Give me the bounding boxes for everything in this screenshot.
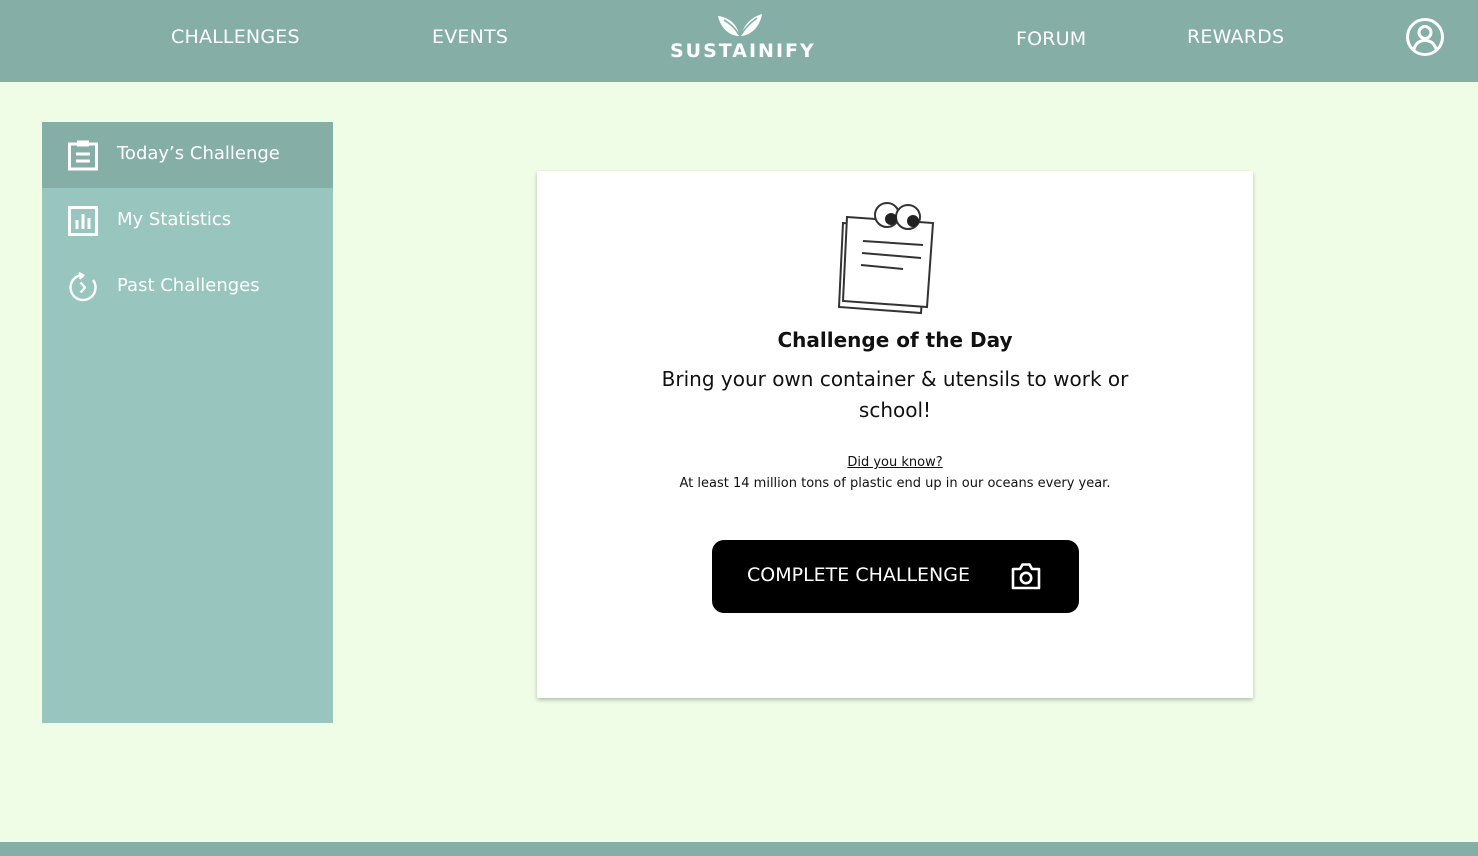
leaf-logo-icon xyxy=(718,14,762,36)
nav-rewards-link[interactable]: REWARDS xyxy=(1187,26,1284,48)
notepad-illustration-icon xyxy=(837,202,935,315)
footer-bar xyxy=(0,842,1478,856)
sidebar-item-past-challenges[interactable]: Past Challenges xyxy=(42,254,333,320)
challenge-title: Challenge of the Day xyxy=(777,328,1013,352)
user-circle-icon[interactable] xyxy=(1405,17,1445,57)
clipboard-icon xyxy=(68,140,98,171)
sidebar-item-label: My Statistics xyxy=(117,209,232,230)
did-you-know-fact: At least 14 million tons of plastic end … xyxy=(679,476,1111,491)
did-you-know-heading: Did you know? xyxy=(847,455,943,470)
sidebar-item-label: Past Challenges xyxy=(117,275,260,296)
nav-events-link[interactable]: EVENTS xyxy=(432,26,508,48)
complete-challenge-button[interactable]: COMPLETE CHALLENGE xyxy=(712,540,1079,613)
sidebar-item-my-statistics[interactable]: My Statistics xyxy=(42,188,333,254)
sustainify-logo[interactable]: SUSTAINIFY xyxy=(670,12,816,68)
complete-challenge-label: COMPLETE CHALLENGE xyxy=(747,564,970,586)
sidebar-menu: Today’s Challenge My Statistics Past Cha… xyxy=(42,122,333,723)
sidebar-item-todays-challenge[interactable]: Today’s Challenge xyxy=(42,122,333,188)
history-timer-icon xyxy=(69,272,97,302)
sidebar-item-label: Today’s Challenge xyxy=(117,143,280,164)
challenge-description: Bring your own container & utensils to w… xyxy=(661,367,1129,422)
top-navigation-bar: CHALLENGES EVENTS SUSTAINIFY FORUM REWAR… xyxy=(0,0,1478,82)
nav-forum-link[interactable]: FORUM xyxy=(1016,28,1086,50)
challenge-card: Challenge of the Day Bring your own cont… xyxy=(537,171,1253,698)
camera-icon xyxy=(1011,563,1041,590)
nav-challenges-link[interactable]: CHALLENGES xyxy=(171,26,300,48)
logo-wordmark: SUSTAINIFY xyxy=(670,40,816,62)
bar-chart-icon xyxy=(68,206,98,236)
